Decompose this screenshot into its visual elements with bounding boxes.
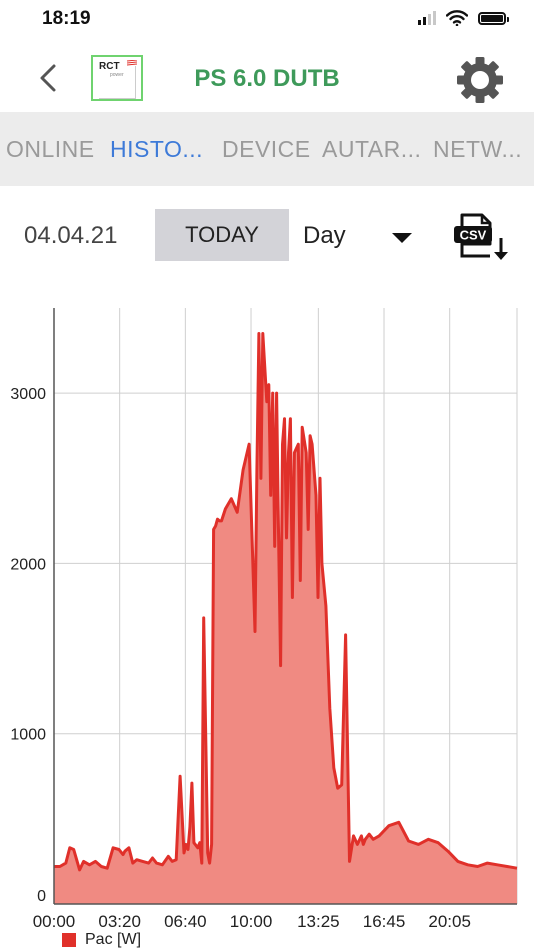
status-icons bbox=[418, 10, 509, 26]
y-tick-label: 1000 bbox=[10, 727, 46, 744]
tab-online[interactable]: ONLINE bbox=[6, 136, 95, 163]
dropdown-arrow-icon[interactable] bbox=[392, 233, 412, 243]
x-tick-label: 13:25 bbox=[297, 912, 340, 931]
chart-legend: Pac [W] bbox=[62, 931, 141, 949]
x-tick-label: 00:00 bbox=[33, 912, 76, 931]
csv-export-button[interactable]: CSV bbox=[452, 212, 512, 262]
y-tick-label: 0 bbox=[37, 888, 46, 905]
gear-icon bbox=[457, 57, 503, 103]
period-select[interactable]: Day bbox=[303, 222, 346, 250]
wifi-icon bbox=[446, 10, 468, 26]
status-bar: 18:19 bbox=[0, 0, 534, 40]
y-tick-label: 2000 bbox=[10, 556, 46, 573]
x-tick-label: 06:40 bbox=[164, 912, 207, 931]
today-button[interactable]: TODAY bbox=[155, 209, 289, 261]
power-chart: 0 1000 2000 3000 00:00 03:20 06:40 10:00 13:25 16… bbox=[0, 286, 534, 950]
csv-download-icon: CSV bbox=[454, 213, 508, 260]
csv-icon-label: CSV bbox=[460, 228, 487, 243]
tab-network[interactable]: NETW... bbox=[433, 136, 522, 163]
tab-history[interactable]: HISTO... bbox=[110, 136, 203, 163]
tab-autarky[interactable]: AUTAR... bbox=[322, 136, 421, 163]
date-controls: 04.04.21 TODAY Day CSV bbox=[0, 186, 534, 286]
date-picker[interactable]: 04.04.21 bbox=[24, 222, 117, 250]
x-tick-label: 10:00 bbox=[230, 912, 273, 931]
tab-device[interactable]: DEVICE bbox=[222, 136, 311, 163]
cellular-signal-icon bbox=[418, 11, 436, 25]
nav-bar: RCT power PS 6.0 DUTB bbox=[0, 40, 534, 116]
x-tick-label: 20:05 bbox=[428, 912, 471, 931]
battery-icon bbox=[478, 11, 509, 25]
chart-canvas: 0 1000 2000 3000 00:00 03:20 06:40 10:00 13:25 16… bbox=[10, 308, 518, 931]
legend-swatch bbox=[62, 933, 76, 947]
settings-button[interactable] bbox=[454, 56, 506, 104]
x-tick-label: 03:20 bbox=[98, 912, 141, 931]
y-tick-label: 3000 bbox=[10, 386, 46, 403]
legend-label: Pac [W] bbox=[85, 931, 142, 948]
x-tick-label: 16:45 bbox=[363, 912, 406, 931]
tab-bar: ONLINE HISTO... DEVICE AUTAR... NETW... bbox=[0, 112, 534, 186]
status-time: 18:19 bbox=[42, 8, 91, 29]
